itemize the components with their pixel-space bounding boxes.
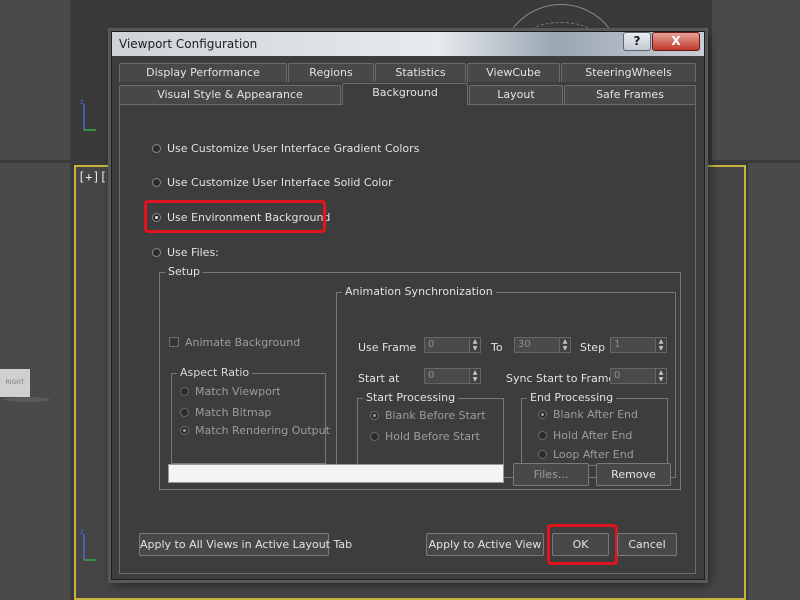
radio-button[interactable] [538, 431, 547, 440]
radio-hold-before-start[interactable]: Hold Before Start [370, 430, 480, 443]
use-frame-label: Use Frame [358, 341, 417, 354]
axis-tripod-icon: z [80, 98, 96, 131]
end-processing-title: End Processing [527, 391, 617, 404]
animate-background-label: Animate Background [185, 336, 301, 349]
tab-safe-frames[interactable]: Safe Frames [564, 85, 696, 104]
viewport-label[interactable]: [+][ [78, 170, 107, 184]
radio-label: Blank Before Start [385, 409, 486, 422]
radio-match-rendering-output[interactable]: Match Rendering Output [180, 424, 330, 437]
dialog-titlebar[interactable]: Viewport Configuration ? X [112, 32, 704, 56]
radio-label: Match Rendering Output [195, 424, 330, 437]
radio-button[interactable] [152, 178, 161, 187]
cancel-button[interactable]: Cancel [617, 533, 677, 556]
viewport-top-left[interactable] [0, 0, 70, 160]
radio-button[interactable] [180, 408, 189, 417]
apply-all-views-button[interactable]: Apply to All Views in Active Layout Tab [139, 533, 352, 556]
radio-hold-after-end[interactable]: Hold After End [538, 429, 632, 442]
close-button[interactable]: X [652, 32, 700, 51]
viewport-left[interactable]: RIGHT [0, 163, 70, 600]
files-button[interactable]: Files... [513, 463, 589, 486]
spinner-arrows-icon[interactable]: ▲ ▼ [559, 337, 571, 353]
svg-text:z: z [80, 98, 84, 106]
help-button[interactable]: ? [623, 32, 651, 51]
radio-label: Match Bitmap [195, 406, 272, 419]
radio-label: Use Customize User Interface Gradient Co… [167, 142, 420, 155]
dialog-title: Viewport Configuration [119, 37, 258, 51]
radio-button[interactable] [180, 387, 189, 396]
radio-label: Hold Before Start [385, 430, 480, 443]
aspect-ratio-title: Aspect Ratio [177, 366, 253, 379]
viewcube-shadow [4, 397, 50, 402]
dialog-client-area: Display Performance Regions Statistics V… [112, 56, 704, 579]
viewport-configuration-dialog: Viewport Configuration ? X Display Perfo… [111, 31, 705, 580]
spinner-arrows-icon[interactable]: ▲ ▼ [469, 337, 481, 353]
start-processing-title: Start Processing [363, 391, 459, 404]
radio-loop-after-end[interactable]: Loop After End [538, 448, 634, 461]
tab-statistics[interactable]: Statistics [375, 63, 466, 82]
spinner-arrows-icon[interactable]: ▲ ▼ [655, 368, 667, 384]
step-spinner[interactable]: 1 ▲ ▼ [610, 337, 667, 353]
highlight-environment-background [144, 200, 326, 233]
radio-button[interactable] [370, 432, 379, 441]
radio-label: Use Files: [167, 246, 219, 259]
spinner-arrows-icon[interactable]: ▲ ▼ [469, 368, 481, 384]
animate-background-checkbox[interactable] [169, 337, 179, 347]
radio-button[interactable] [538, 450, 547, 459]
radio-solid-color[interactable]: Use Customize User Interface Solid Color [152, 176, 393, 189]
radio-button[interactable] [152, 248, 161, 257]
tab-display-performance[interactable]: Display Performance [119, 63, 287, 82]
file-path-input[interactable] [168, 464, 504, 483]
tab-visual-style[interactable]: Visual Style & Appearance [119, 85, 341, 104]
to-spinner[interactable]: 30 ▲ ▼ [514, 337, 571, 353]
radio-button[interactable] [152, 144, 161, 153]
radio-use-files[interactable]: Use Files: [152, 246, 219, 259]
viewport-top-right[interactable] [712, 0, 800, 160]
remove-button[interactable]: Remove [596, 463, 671, 486]
axis-tripod-icon-bottom: z [80, 528, 96, 561]
tab-layout[interactable]: Layout [469, 85, 563, 104]
radio-label: Blank After End [553, 408, 638, 421]
spinner-arrows-icon[interactable]: ▲ ▼ [655, 337, 667, 353]
sync-start-spinner[interactable]: 0 ▲ ▼ [610, 368, 667, 384]
use-frame-spinner[interactable]: 0 ▲ ▼ [424, 337, 481, 353]
viewport-right[interactable] [748, 163, 800, 600]
radio-blank-before-start[interactable]: Blank Before Start [370, 409, 486, 422]
svg-text:z: z [80, 528, 84, 536]
tab-background[interactable]: Background [342, 83, 468, 105]
animation-sync-title: Animation Synchronization [342, 285, 496, 298]
radio-label: Hold After End [553, 429, 633, 442]
radio-button-selected[interactable] [180, 426, 189, 435]
apply-active-view-button[interactable]: Apply to Active View [426, 533, 544, 556]
radio-blank-after-end[interactable]: Blank After End [538, 408, 638, 421]
sync-start-label: Sync Start to Frame [506, 372, 616, 385]
setup-title: Setup [165, 265, 204, 278]
radio-label: Match Viewport [195, 385, 281, 398]
start-at-spinner[interactable]: 0 ▲ ▼ [424, 368, 481, 384]
viewcube-right-icon[interactable]: RIGHT [0, 369, 30, 397]
radio-match-bitmap[interactable]: Match Bitmap [180, 406, 271, 419]
tab-steeringwheels[interactable]: SteeringWheels [561, 63, 696, 82]
radio-button-selected[interactable] [370, 411, 379, 420]
highlight-ok-button [547, 524, 618, 565]
start-at-label: Start at [358, 372, 400, 385]
tab-viewcube[interactable]: ViewCube [467, 63, 560, 82]
radio-gradient-colors[interactable]: Use Customize User Interface Gradient Co… [152, 142, 419, 155]
step-label: Step [580, 341, 606, 354]
radio-button-selected[interactable] [538, 410, 547, 419]
tab-regions[interactable]: Regions [288, 63, 374, 82]
radio-label: Use Customize User Interface Solid Color [167, 176, 393, 189]
radio-match-viewport[interactable]: Match Viewport [180, 385, 281, 398]
radio-label: Loop After End [553, 448, 634, 461]
to-label: To [491, 341, 503, 354]
